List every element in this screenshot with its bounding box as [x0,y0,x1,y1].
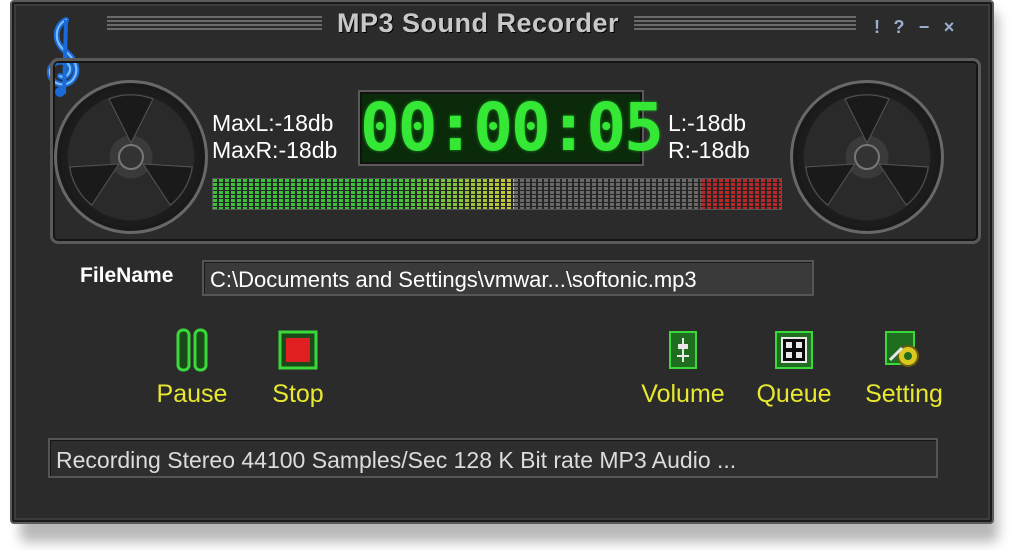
volume-icon [669,331,697,369]
title-grip-left [107,16,322,30]
window-title: MP3 Sound Recorder [336,8,620,38]
stop-label: Stop [272,380,324,408]
queue-label: Queue [756,380,832,408]
pause-label: Pause [156,380,228,408]
level-meter-idle [514,179,701,209]
level-meter [212,178,782,210]
right-level: R:-18db [668,137,750,163]
left-level: L:-18db [668,110,747,136]
queue-icon [775,331,813,369]
filename-label: FileName [80,264,174,287]
volume-label: Volume [641,380,725,408]
reel-right-icon [790,80,944,234]
volume-button[interactable]: Volume [636,328,730,409]
level-meter-peak-zone [701,179,781,209]
close-button[interactable]: × [938,16,960,38]
stop-button[interactable]: Stop [262,328,334,409]
filename-field[interactable]: C:\Documents and Settings\vmwar...\softo… [202,260,814,296]
current-levels: L:-18db R:-18db [668,110,750,164]
about-button[interactable]: ? [890,16,908,38]
help-button[interactable]: ! [868,16,886,38]
setting-label: Setting [865,380,943,408]
max-left-level: MaxL:-18db [212,110,334,136]
level-meter-active [213,179,514,209]
pause-button[interactable]: Pause [150,328,234,409]
elapsed-timer: 00:00:05 [358,89,664,166]
setting-button[interactable]: Setting [860,328,948,409]
max-levels: MaxL:-18db MaxR:-18db [212,110,337,164]
max-right-level: MaxR:-18db [212,137,338,163]
title-grip-right [634,16,856,30]
status-bar: Recording Stereo 44100 Samples/Sec 128 K… [48,438,938,478]
queue-button[interactable]: Queue [750,328,838,409]
setting-icon [885,331,919,367]
reel-left-icon [54,80,208,234]
title-bar[interactable]: MP3 Sound Recorder ! ? − × [12,2,992,48]
minimize-button[interactable]: − [914,16,934,38]
pause-icon [176,328,208,372]
stop-icon [278,330,318,370]
